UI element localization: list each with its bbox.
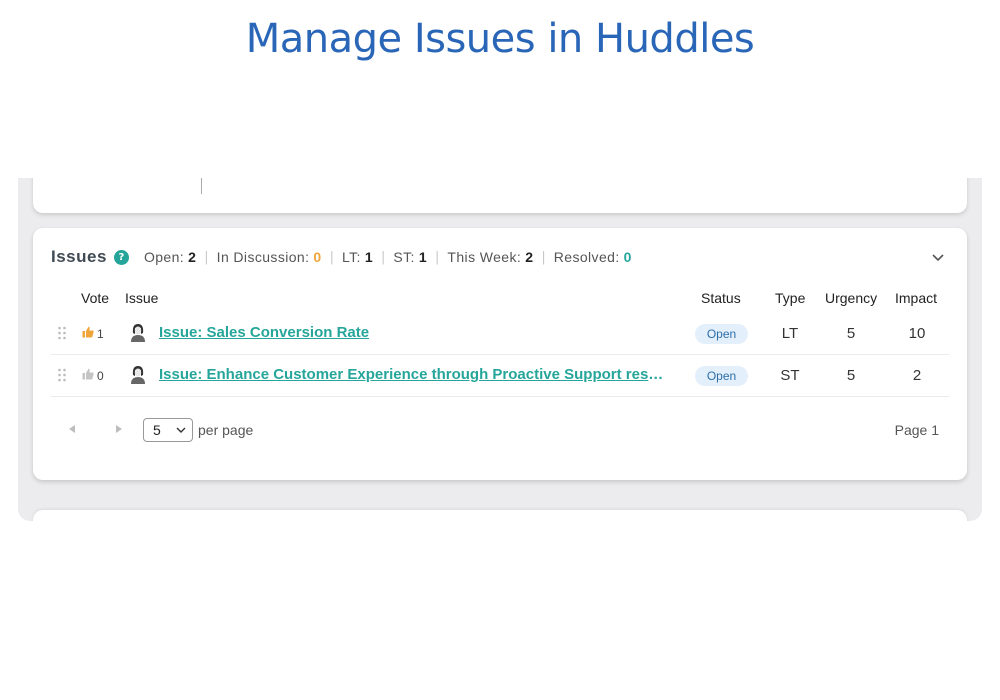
stat-resolved: Resolved: 0 xyxy=(553,249,632,265)
page-indicator: Page 1 xyxy=(894,422,939,438)
issue-link[interactable]: Issue: Sales Conversion Rate xyxy=(159,324,369,341)
huddle-panel-container: Issues ? Open: 2 | In Discussion: 0 | LT: 1… xyxy=(18,178,982,521)
stat-divider: | xyxy=(204,249,209,265)
issues-summary: Issues ? Open: 2 | In Discussion: 0 | LT: 1… xyxy=(51,247,632,267)
thumbs-up-icon[interactable] xyxy=(82,326,94,338)
issue-urgency: 5 xyxy=(846,325,856,342)
stat-in-discussion: In Discussion: 0 xyxy=(216,249,322,265)
avatar xyxy=(131,366,145,384)
table-row[interactable]: 0 Issue: Enhance Customer Experience thr… xyxy=(51,355,949,397)
issue-link[interactable]: Issue: Enhance Customer Experience throu… xyxy=(159,366,664,383)
stat-divider: | xyxy=(541,249,546,265)
pagination: 5 per page Page 1 xyxy=(51,418,949,442)
stat-open: Open: 2 xyxy=(143,249,197,265)
issue-type: ST xyxy=(780,367,800,384)
stat-divider: | xyxy=(329,249,334,265)
drag-handle-icon[interactable] xyxy=(57,368,67,382)
issue-impact: 10 xyxy=(908,325,926,342)
issue-impact: 2 xyxy=(912,367,922,384)
column-header-impact[interactable]: Impact xyxy=(895,290,937,306)
per-page-select[interactable]: 5 xyxy=(143,418,193,442)
next-page-icon[interactable] xyxy=(115,425,123,433)
issue-type: LT xyxy=(781,325,799,342)
avatar xyxy=(131,324,145,342)
column-header-urgency[interactable]: Urgency xyxy=(825,290,877,306)
text-cursor xyxy=(201,178,202,194)
thumbs-up-icon[interactable] xyxy=(82,368,94,380)
stat-divider: | xyxy=(381,249,386,265)
issues-card: Issues ? Open: 2 | In Discussion: 0 | LT: 1… xyxy=(33,228,967,480)
stat-this-week: This Week: 2 xyxy=(447,249,534,265)
vote-count: 0 xyxy=(97,369,104,383)
per-page-value: 5 xyxy=(153,422,161,438)
help-icon[interactable]: ? xyxy=(113,249,129,265)
drag-handle-icon[interactable] xyxy=(57,326,67,340)
per-page-label: per page xyxy=(198,422,254,438)
page-headline: Manage Issues in Huddles xyxy=(245,16,755,62)
column-header-status[interactable]: Status xyxy=(701,290,741,306)
chevron-down-icon xyxy=(176,427,186,433)
column-header-vote[interactable]: Vote xyxy=(81,290,109,306)
issues-title: Issues xyxy=(51,247,107,266)
prev-page-icon[interactable] xyxy=(68,425,76,433)
vote-count: 1 xyxy=(97,327,104,341)
status-badge: Open xyxy=(695,366,748,386)
column-header-issue[interactable]: Issue xyxy=(125,290,158,306)
stat-lt: LT: 1 xyxy=(341,249,374,265)
column-header-type[interactable]: Type xyxy=(775,290,805,306)
stat-divider: | xyxy=(435,249,440,265)
stat-st: ST: 1 xyxy=(393,249,428,265)
chevron-down-icon[interactable] xyxy=(931,250,945,264)
issue-urgency: 5 xyxy=(846,367,856,384)
status-badge: Open xyxy=(695,324,748,344)
previous-section-card xyxy=(33,178,967,213)
next-section-card xyxy=(33,510,967,521)
table-row[interactable]: 1 Issue: Sales Conversion Rate Open LT 5… xyxy=(51,313,949,355)
